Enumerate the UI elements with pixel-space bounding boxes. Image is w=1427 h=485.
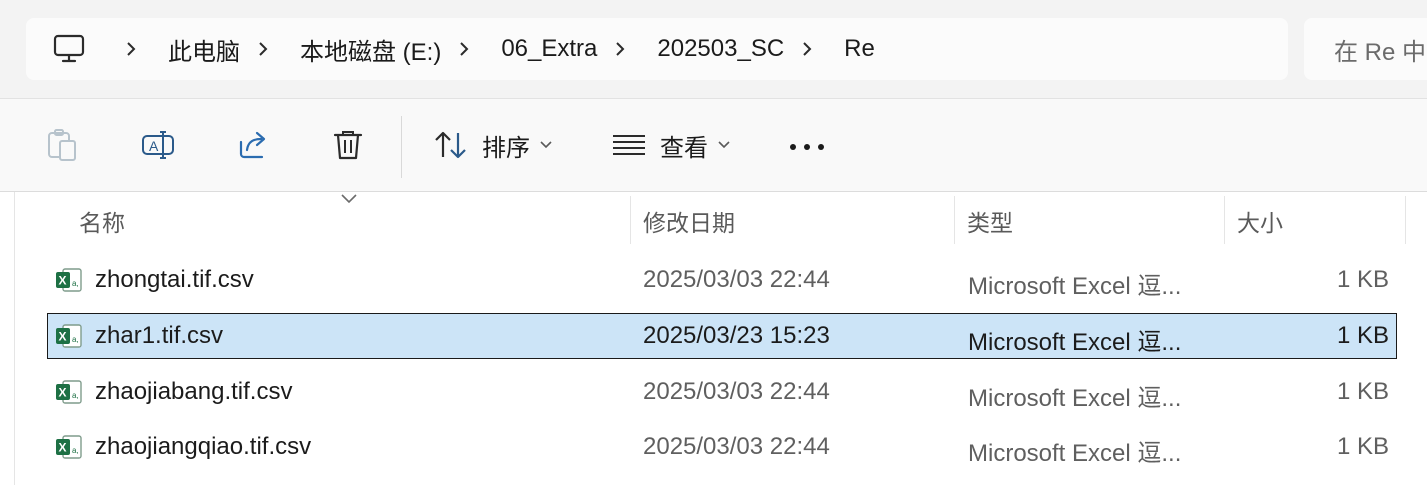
- file-size: 1 KB: [1336, 266, 1389, 293]
- svg-text:a,: a,: [72, 391, 79, 400]
- sort-indicator-icon: [340, 192, 358, 210]
- file-name: zhongtai.tif.csv: [95, 266, 254, 293]
- file-row[interactable]: a, X zhaojiangqiao.tif.csv 2025/03/03 22:…: [47, 424, 1397, 470]
- column-divider[interactable]: [1224, 196, 1225, 244]
- column-divider[interactable]: [1405, 196, 1406, 244]
- clipboard-icon: [48, 129, 76, 161]
- svg-text:X: X: [59, 274, 67, 288]
- chevron-right-icon[interactable]: [457, 42, 471, 56]
- svg-text:a,: a,: [72, 335, 79, 344]
- chevron-right-icon[interactable]: [800, 42, 814, 56]
- sort-icon: [435, 131, 466, 159]
- search-input[interactable]: 在 Re 中: [1304, 18, 1427, 80]
- column-divider[interactable]: [630, 196, 631, 244]
- toolbar-divider: [401, 116, 402, 178]
- svg-text:X: X: [59, 330, 67, 344]
- search-placeholder: 在 Re 中: [1334, 38, 1427, 66]
- column-header-type[interactable]: 类型: [967, 204, 1013, 238]
- breadcrumb-06-extra[interactable]: 06_Extra: [501, 35, 597, 63]
- breadcrumb-this-pc[interactable]: 此电脑: [168, 32, 240, 67]
- view-menu-button[interactable]: 查看: [612, 125, 730, 165]
- file-modified: 2025/03/03 22:44: [643, 266, 830, 293]
- excel-csv-file-icon: a, X: [55, 433, 83, 461]
- excel-csv-file-icon: a, X: [55, 266, 83, 294]
- delete-button[interactable]: [330, 127, 366, 163]
- computer-icon[interactable]: [52, 32, 86, 66]
- file-size: 1 KB: [1336, 378, 1389, 405]
- view-label: 查看: [660, 134, 708, 162]
- svg-text:A: A: [149, 138, 159, 154]
- column-header-size[interactable]: 大小: [1237, 204, 1283, 238]
- rename-button[interactable]: A: [140, 127, 176, 163]
- breadcrumb-re[interactable]: Re: [844, 35, 875, 63]
- chevron-right-icon[interactable]: [613, 42, 627, 56]
- svg-text:a,: a,: [72, 446, 79, 455]
- share-button[interactable]: [236, 127, 272, 163]
- file-type: Microsoft Excel 逗...: [968, 329, 1182, 356]
- excel-csv-file-icon: a, X: [55, 378, 83, 406]
- file-modified: 2025/03/23 15:23: [643, 322, 830, 349]
- file-type: Microsoft Excel 逗...: [968, 385, 1182, 412]
- svg-text:X: X: [59, 441, 67, 455]
- share-icon: [239, 131, 266, 159]
- chevron-down-icon: [718, 141, 730, 149]
- more-icon: [790, 144, 824, 150]
- column-header-name[interactable]: 名称: [79, 204, 125, 238]
- paste-button[interactable]: [44, 127, 80, 163]
- sort-menu-button[interactable]: 排序: [434, 125, 552, 165]
- svg-text:X: X: [59, 386, 67, 400]
- file-size: 1 KB: [1336, 322, 1389, 349]
- breadcrumb-202503-sc[interactable]: 202503_SC: [657, 35, 784, 63]
- chevron-down-icon: [540, 141, 552, 149]
- svg-text:a,: a,: [72, 279, 79, 288]
- view-list-icon: [613, 135, 645, 155]
- address-area: 此电脑 本地磁盘 (E:) 06_Extra 202503_SC Re 在 Re…: [0, 0, 1427, 99]
- breadcrumb[interactable]: 此电脑 本地磁盘 (E:) 06_Extra 202503_SC Re: [26, 18, 1288, 80]
- chevron-right-icon[interactable]: [124, 42, 138, 56]
- file-type: Microsoft Excel 逗...: [968, 273, 1182, 300]
- chevron-right-icon[interactable]: [256, 42, 270, 56]
- sort-label: 排序: [482, 134, 530, 162]
- more-options-button[interactable]: [788, 137, 826, 162]
- file-name: zhaojiabang.tif.csv: [95, 378, 293, 405]
- column-header-modified[interactable]: 修改日期: [643, 204, 735, 238]
- column-divider[interactable]: [954, 196, 955, 244]
- file-modified: 2025/03/03 22:44: [643, 433, 830, 460]
- command-bar: A 排序 查看: [0, 99, 1427, 192]
- file-row-selected[interactable]: a, X zhar1.tif.csv 2025/03/23 15:23 Micro…: [47, 313, 1397, 359]
- file-size: 1 KB: [1336, 433, 1389, 460]
- rename-icon: A: [142, 131, 174, 159]
- pane-divider: [14, 192, 15, 485]
- file-type: Microsoft Excel 逗...: [968, 440, 1182, 467]
- file-name: zhaojiangqiao.tif.csv: [95, 433, 312, 460]
- file-row[interactable]: a, X zhongtai.tif.csv 2025/03/03 22:44 Mi…: [47, 257, 1397, 303]
- excel-csv-file-icon: a, X: [55, 322, 83, 350]
- breadcrumb-drive-e[interactable]: 本地磁盘 (E:): [300, 32, 441, 67]
- trash-icon: [333, 131, 363, 160]
- file-name: zhar1.tif.csv: [95, 322, 224, 349]
- file-row[interactable]: a, X zhaojiabang.tif.csv 2025/03/03 22:44…: [47, 369, 1397, 415]
- file-modified: 2025/03/03 22:44: [643, 378, 830, 405]
- file-list: 名称 修改日期 类型 大小 a, X zhongtai.tif.csv 2025/…: [0, 192, 1427, 485]
